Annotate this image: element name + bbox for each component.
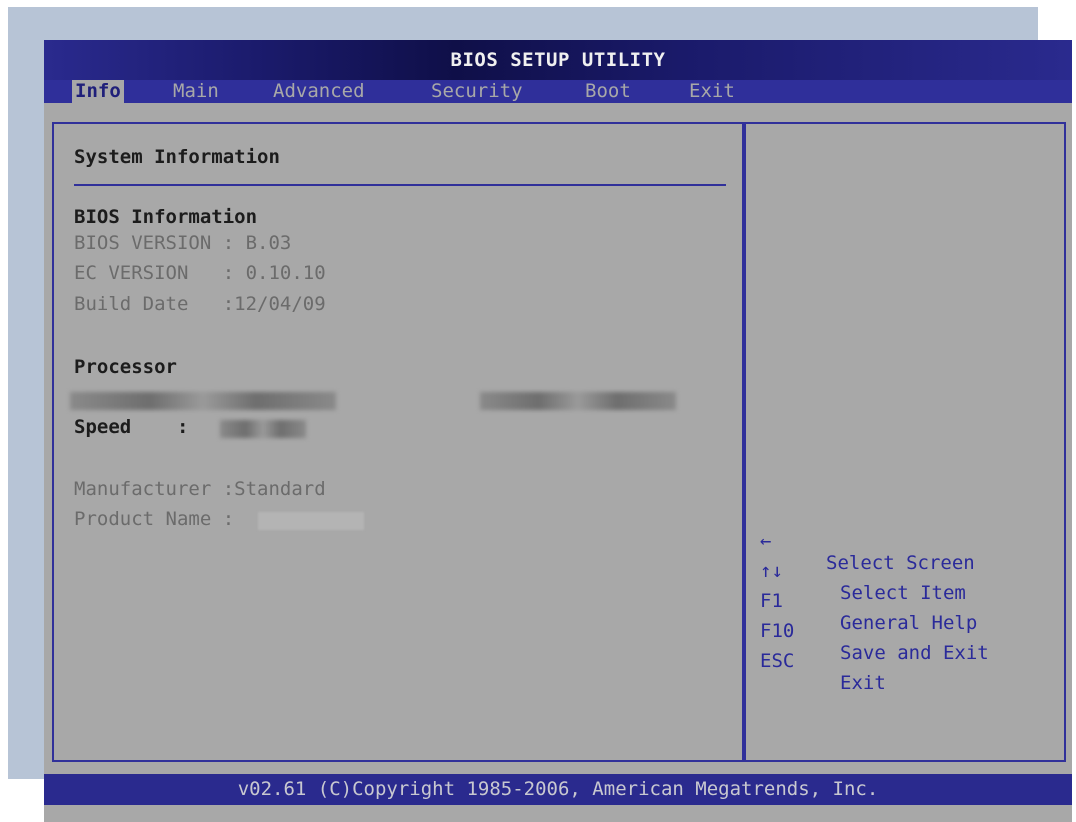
- processor-detail-redacted: [480, 392, 676, 410]
- product-name-redacted: [258, 512, 364, 530]
- menu-tab-bar: Info Main Advanced Security Boot Exit: [44, 80, 1072, 103]
- processor-label: Processor: [74, 356, 177, 378]
- app-title: BIOS SETUP UTILITY: [450, 49, 666, 71]
- info-panel: System Information BIOS Information BIOS…: [52, 122, 744, 762]
- tab-main[interactable]: Main: [170, 80, 222, 103]
- bios-version-row: BIOS VERSION : B.03: [74, 232, 292, 254]
- tab-exit[interactable]: Exit: [686, 80, 738, 103]
- speed-value-redacted: [220, 420, 306, 438]
- copyright-footer: v02.61 (C)Copyright 1985-2006, American …: [44, 774, 1072, 805]
- processor-name-redacted: [70, 392, 336, 410]
- heading-divider: [74, 184, 726, 186]
- tab-info[interactable]: Info: [72, 80, 124, 103]
- product-name-row: Product Name :: [74, 508, 235, 530]
- manufacturer-row: Manufacturer :Standard: [74, 478, 326, 500]
- bios-screen: BIOS SETUP UTILITY Info Main Advanced Se…: [44, 40, 1072, 822]
- build-date-row: Build Date :12/04/09: [74, 293, 326, 315]
- ec-version-row: EC VERSION : 0.10.10: [74, 262, 326, 284]
- panel-heading: System Information: [74, 146, 280, 168]
- bios-info-label: BIOS Information: [74, 206, 258, 228]
- tab-boot[interactable]: Boot: [582, 80, 634, 103]
- tab-security[interactable]: Security: [428, 80, 526, 103]
- tab-advanced[interactable]: Advanced: [270, 80, 368, 103]
- speed-row: Speed :: [74, 416, 189, 438]
- help-row-exit: ESC Exit: [760, 650, 886, 694]
- help-panel: ← Select Screen ↑↓ Select Item F1 Genera…: [744, 122, 1066, 762]
- title-bar: BIOS SETUP UTILITY: [44, 40, 1072, 80]
